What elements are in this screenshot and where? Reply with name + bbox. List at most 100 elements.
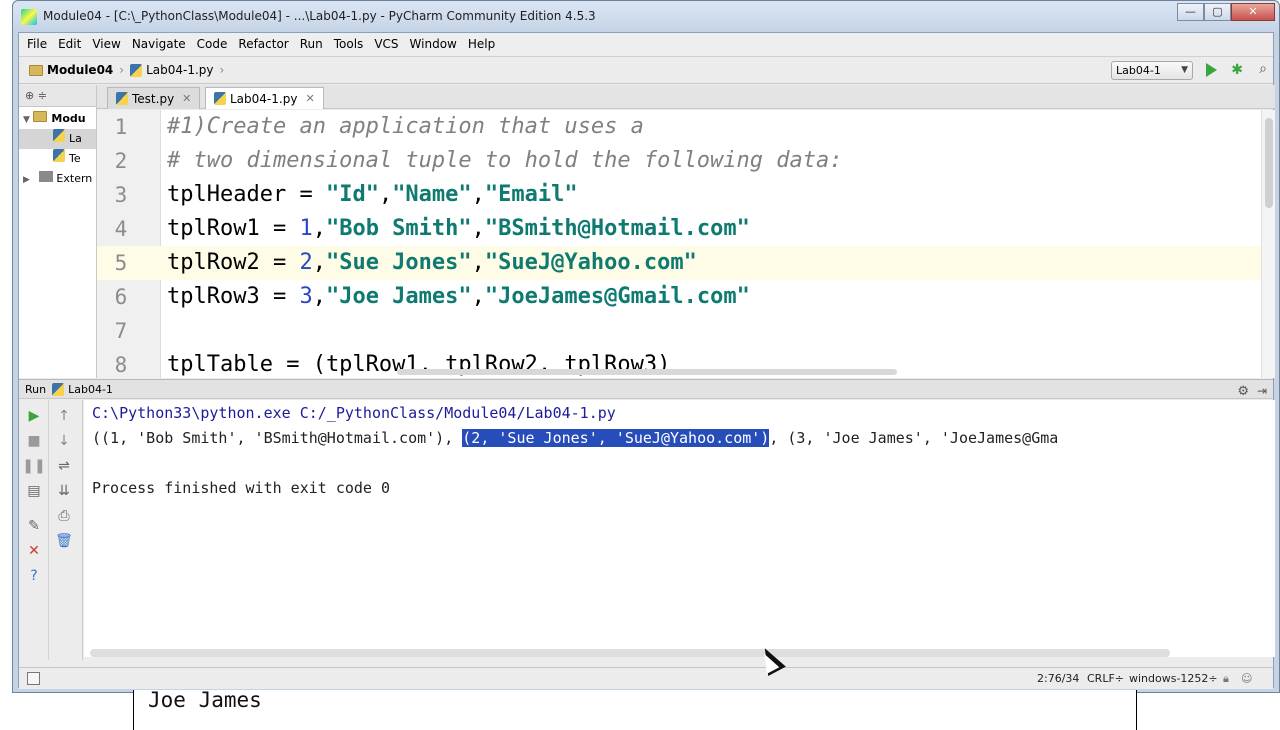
tree-item-test[interactable]: Te <box>19 149 96 169</box>
tab-label: Lab04-1.py <box>230 91 298 106</box>
maximize-button[interactable]: ▢ <box>1204 3 1231 21</box>
code-token: , <box>312 250 326 275</box>
run-tab-label[interactable]: Lab04-1 <box>68 380 113 399</box>
scroll-to-end-icon[interactable]: ⇊ <box>49 483 79 499</box>
menu-view[interactable]: View <box>92 37 120 51</box>
menu-help[interactable]: Help <box>468 37 495 51</box>
tree-root-label: Modu <box>51 112 86 125</box>
clear-all-icon[interactable]: 🗑 <box>49 533 79 549</box>
line-number: 7 <box>114 319 128 343</box>
line-number: 4 <box>114 217 128 241</box>
print-icon[interactable]: ⎙ <box>49 508 79 524</box>
menu-file[interactable]: File <box>27 37 47 51</box>
breadcrumb-file[interactable]: Lab04-1.py <box>146 63 213 77</box>
console-exit-line: Process finished with exit code 0 <box>92 479 391 497</box>
menu-run[interactable]: Run <box>300 37 323 51</box>
console-horizontal-scrollbar[interactable] <box>90 649 1170 657</box>
project-panel-header[interactable]: ⊕ ≑ <box>19 85 96 107</box>
code-token: #1)Create an application that uses a <box>167 114 644 139</box>
run-console[interactable]: C:\Python33\python.exe C:/_PythonClass/M… <box>84 400 1275 657</box>
arrow-up-icon[interactable]: ↑ <box>49 408 79 424</box>
menu-tools[interactable]: Tools <box>334 37 364 51</box>
chevron-down-icon: ▼ <box>1181 65 1188 75</box>
gear-icon[interactable]: ⚙ <box>1237 382 1249 401</box>
run-configuration-select[interactable]: Lab04-1 ▼ <box>1111 61 1193 80</box>
breadcrumb-project[interactable]: Module04 <box>47 63 113 77</box>
minimize-button[interactable]: — <box>1177 3 1204 21</box>
dump-threads-icon[interactable]: ▤ <box>19 483 49 499</box>
background-document: Joe James <box>133 688 1137 730</box>
menu-refactor[interactable]: Refactor <box>238 37 288 51</box>
tree-root[interactable]: ▼ Modu <box>19 109 96 129</box>
folder-icon <box>33 111 48 122</box>
close-icon[interactable]: ✕ <box>182 89 191 109</box>
menu-bar: File Edit View Navigate Code Refactor Ru… <box>19 33 1273 55</box>
tree-item-lab[interactable]: La <box>19 129 96 149</box>
navigation-bar: Module04 › Lab04-1.py › Lab04-1 ▼ ✱ ⌕ <box>19 56 1273 84</box>
python-file-icon <box>53 149 65 162</box>
console-output-line[interactable]: ((1, 'Bob Smith', 'BSmith@Hotmail.com'),… <box>92 427 1058 449</box>
menu-edit[interactable]: Edit <box>58 37 81 51</box>
menu-code[interactable]: Code <box>197 37 228 51</box>
search-icon[interactable]: ⌕ <box>1259 61 1267 77</box>
run-configuration-label: Lab04-1 <box>1116 64 1161 77</box>
arrow-down-icon[interactable]: ↓ <box>49 433 79 449</box>
file-encoding[interactable]: windows-1252÷ <box>1129 672 1218 685</box>
code-token: , <box>471 250 485 275</box>
close-button[interactable]: ✕ <box>1231 3 1275 21</box>
pause-icon[interactable]: ❚❚ <box>19 458 49 474</box>
stop-icon[interactable]: ■ <box>19 433 49 449</box>
pycharm-logo-icon <box>21 9 37 25</box>
code-text: #1)Create an application that uses a <box>167 110 644 144</box>
menu-navigate[interactable]: Navigate <box>132 37 186 51</box>
console-output-after: , (3, 'Joe James', 'JoeJames@Gma <box>769 429 1059 447</box>
code-line[interactable]: 2 # two dimensional tuple to hold the fol… <box>97 144 1275 178</box>
tree-item-label: Te <box>69 152 81 165</box>
code-text: tplRow1 = 1,"Bob Smith","BSmith@Hotmail.… <box>167 212 750 246</box>
tree-item-label: Extern <box>56 172 93 185</box>
console-command-line: C:\Python33\python.exe C:/_PythonClass/M… <box>92 404 616 422</box>
hide-panel-icon[interactable]: ⇥ <box>1257 382 1267 401</box>
toggle-tool-windows-icon[interactable] <box>27 672 40 685</box>
line-separator[interactable]: CRLF÷ <box>1087 672 1124 685</box>
rerun-icon[interactable]: ▶ <box>19 408 49 424</box>
run-panel-label: Run <box>25 382 47 396</box>
inspector-icon[interactable]: ☺ <box>1241 672 1252 685</box>
run-icon[interactable] <box>1206 63 1217 77</box>
code-token: "Id" <box>325 182 379 207</box>
code-token: "Sue Jones" <box>325 250 472 275</box>
console-selected-text[interactable]: (2, 'Sue Jones', 'SueJ@Yahoo.com') <box>462 429 770 447</box>
close-icon[interactable]: ✕ <box>19 543 49 559</box>
tree-item-external-libraries[interactable]: ▶ Extern <box>19 169 96 189</box>
code-token: "Bob Smith" <box>325 216 472 241</box>
code-line[interactable]: 3 tplHeader = "Id","Name","Email" <box>97 178 1275 212</box>
code-line[interactable]: 7 <box>97 314 1275 348</box>
title-bar[interactable]: Module04 - [C:\_PythonClass\Module04] - … <box>13 1 1279 33</box>
debug-icon[interactable]: ✱ <box>1231 62 1243 78</box>
tab-test-py[interactable]: Test.py ✕ <box>107 87 201 109</box>
code-line[interactable]: 4 tplRow1 = 1,"Bob Smith","BSmith@Hotmail… <box>97 212 1275 246</box>
menu-window[interactable]: Window <box>410 37 457 51</box>
lock-icon[interactable]: 🔒︎ <box>1223 672 1229 686</box>
code-token: tplRow1 = <box>167 216 300 241</box>
tab-label: Test.py <box>132 91 175 106</box>
folder-icon <box>29 64 43 76</box>
code-editor[interactable]: 1 #1)Create an application that uses a 2 # … <box>97 110 1275 378</box>
soft-wrap-icon[interactable]: ⇌ <box>49 458 79 474</box>
close-icon[interactable]: ✕ <box>305 89 314 109</box>
code-token: tplHeader = <box>167 182 326 207</box>
pin-icon[interactable]: ✎ <box>19 518 49 534</box>
scroll-thumb[interactable] <box>1265 118 1273 208</box>
line-number: 2 <box>114 149 128 173</box>
editor-horizontal-scrollbar[interactable] <box>397 369 897 375</box>
caret-position[interactable]: 2:76/34 <box>1037 672 1079 685</box>
pycharm-window: Module04 - [C:\_PythonClass\Module04] - … <box>12 0 1280 693</box>
menu-vcs[interactable]: VCS <box>374 37 398 51</box>
python-file-icon <box>52 382 65 396</box>
code-line[interactable]: 6 tplRow3 = 3,"Joe James","JoeJames@Gmail… <box>97 280 1275 314</box>
editor-vertical-scrollbar[interactable] <box>1261 110 1275 378</box>
help-icon[interactable]: ? <box>19 568 49 584</box>
code-line[interactable]: 5 tplRow2 = 2,"Sue Jones","SueJ@Yahoo.com… <box>97 246 1275 280</box>
code-line[interactable]: 1 #1)Create an application that uses a <box>97 110 1275 144</box>
tab-lab04-1-py[interactable]: Lab04-1.py ✕ <box>205 87 324 109</box>
